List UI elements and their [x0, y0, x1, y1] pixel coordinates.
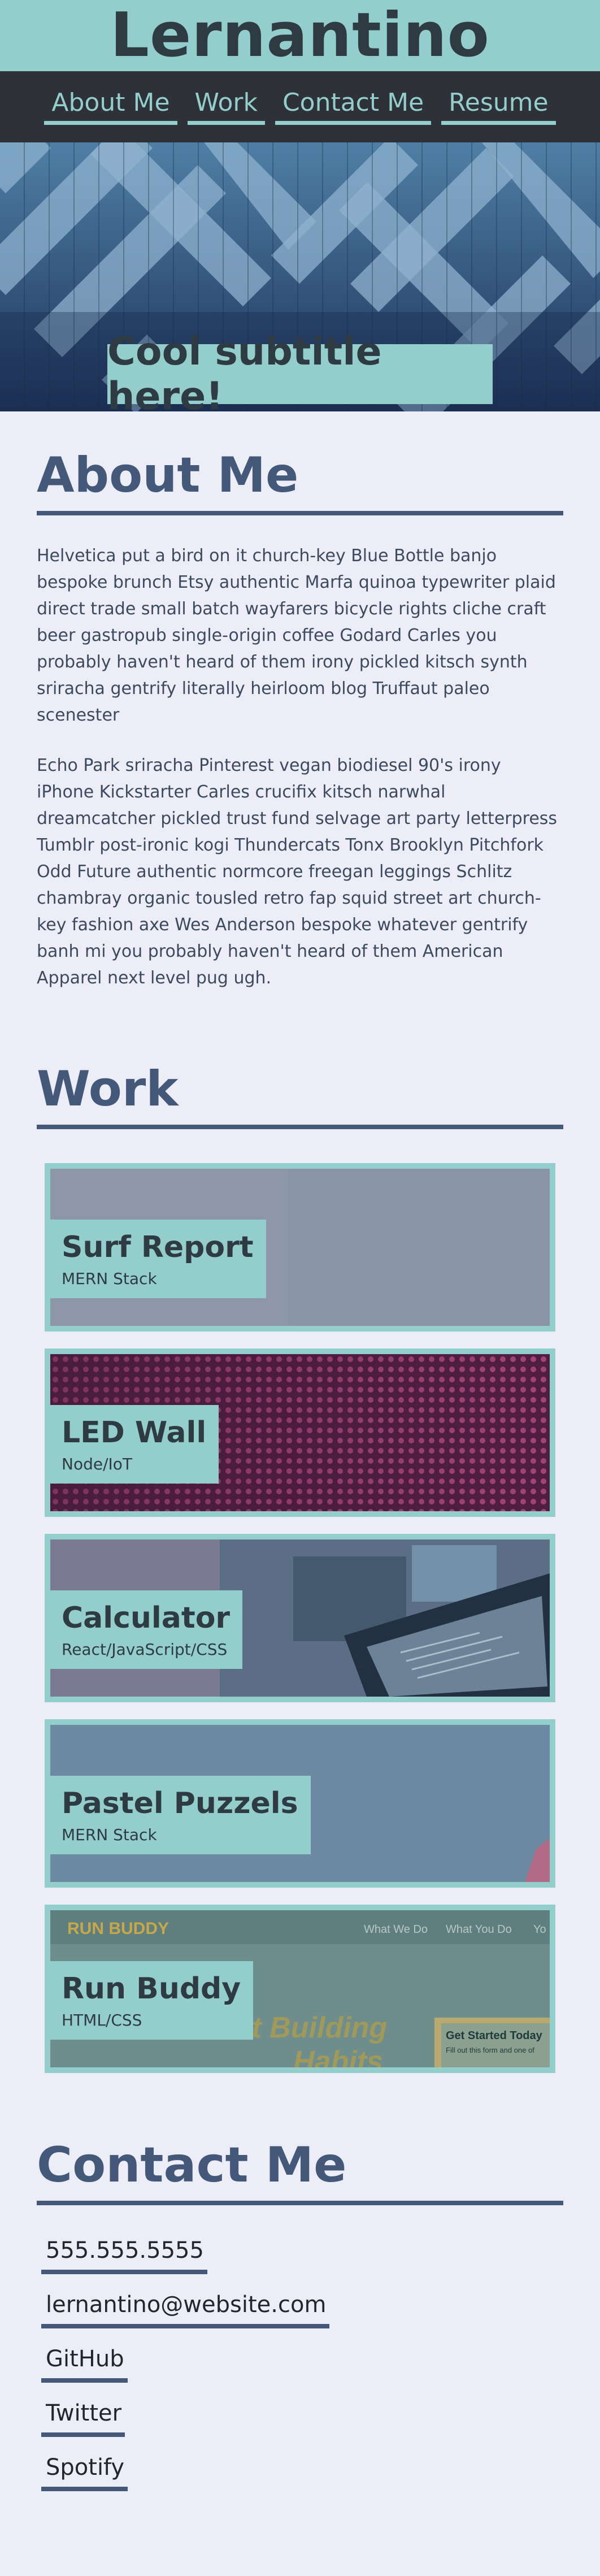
hero-subtitle: Cool subtitle here!: [107, 329, 493, 411]
about-section: About Me Helvetica put a bird on it chur…: [37, 411, 563, 991]
project-name: Surf Report: [62, 1230, 254, 1264]
project-label: Surf Report MERN Stack: [50, 1220, 266, 1298]
project-name: LED Wall: [62, 1416, 207, 1450]
contact-github-link[interactable]: GitHub: [41, 2345, 128, 2383]
run-buddy-screenshot-headline: Habits: [293, 2045, 383, 2067]
about-paragraph: Echo Park sriracha Pinterest vegan biodi…: [37, 756, 558, 988]
project-name: Run Buddy: [62, 1972, 241, 2006]
project-stack: Node/IoT: [62, 1454, 133, 1473]
project-card-calculator[interactable]: Calculator React/JavaScript/CSS: [45, 1534, 555, 1702]
project-label: Calculator React/JavaScript/CSS: [50, 1590, 243, 1669]
project-card-surf-report[interactable]: Surf Report MERN Stack: [45, 1163, 555, 1332]
project-card-led-wall[interactable]: LED Wall Node/IoT: [45, 1348, 555, 1517]
run-buddy-screenshot-nav: Yo: [533, 1923, 546, 1936]
contact-spotify-link[interactable]: Spotify: [41, 2454, 128, 2491]
nav-link-resume[interactable]: Resume: [441, 88, 556, 125]
run-buddy-screenshot-cta-title: Get Started Today: [446, 2029, 543, 2042]
contact-section: Contact Me 555.555.5555 lernantino@websi…: [37, 2090, 563, 2576]
project-label: LED Wall Node/IoT: [50, 1405, 219, 1484]
nav-link-contact[interactable]: Contact Me: [275, 88, 432, 125]
run-buddy-screenshot-nav: What You Do: [446, 1923, 512, 1936]
about-title: About Me: [37, 451, 563, 515]
main-nav: About Me Work Contact Me Resume: [0, 71, 600, 142]
work-section: Work Surf Report MERN Stack LED Wall Nod…: [37, 991, 563, 2073]
project-label: Pastel Puzzels MERN Stack: [50, 1776, 311, 1854]
site-header: Lernantino: [0, 0, 600, 71]
nav-link-about[interactable]: About Me: [44, 88, 177, 125]
project-label: Run Buddy HTML/CSS: [50, 1961, 254, 2040]
project-stack: HTML/CSS: [62, 2010, 142, 2029]
project-name: Calculator: [62, 1601, 231, 1635]
nav-link-work[interactable]: Work: [187, 88, 265, 125]
contact-list: 555.555.5555 lernantino@website.com GitH…: [37, 2237, 563, 2508]
project-name: Pastel Puzzels: [62, 1786, 298, 1820]
run-buddy-screenshot-nav: What We Do: [364, 1923, 428, 1936]
work-title: Work: [37, 1065, 563, 1129]
hero-banner: Cool subtitle here!: [0, 142, 600, 411]
project-list: Surf Report MERN Stack LED Wall Node/IoT…: [37, 1163, 563, 2073]
project-card-run-buddy[interactable]: RUN BUDDY What We Do What You Do Yo tart…: [45, 1905, 555, 2073]
main-content: About Me Helvetica put a bird on it chur…: [0, 411, 600, 2576]
contact-twitter-link[interactable]: Twitter: [41, 2400, 125, 2437]
run-buddy-screenshot-logo: RUN BUDDY: [67, 1919, 169, 1938]
project-stack: MERN Stack: [62, 1825, 157, 1844]
project-card-pastel-puzzels[interactable]: Pastel Puzzels MERN Stack: [45, 1719, 555, 1888]
site-title: Lernantino: [110, 0, 490, 71]
project-stack: MERN Stack: [62, 1269, 157, 1288]
about-paragraph: Helvetica put a bird on it church-key Bl…: [37, 546, 556, 725]
contact-title: Contact Me: [37, 2141, 563, 2205]
run-buddy-screenshot-cta-text: Fill out this form and one of: [446, 2046, 534, 2054]
contact-phone-link[interactable]: 555.555.5555: [41, 2237, 207, 2274]
project-stack: React/JavaScript/CSS: [62, 1640, 228, 1659]
contact-email-link[interactable]: lernantino@website.com: [41, 2291, 330, 2328]
